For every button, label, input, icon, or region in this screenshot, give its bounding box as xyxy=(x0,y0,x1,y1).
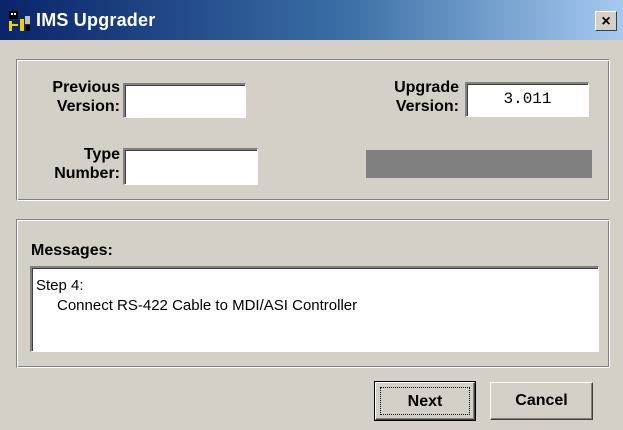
upgrade-version-field[interactable]: 3.011 xyxy=(465,82,589,117)
window-title: IMS Upgrader xyxy=(36,10,156,30)
message-line: Step 4: xyxy=(36,277,84,294)
type-number-field[interactable] xyxy=(123,148,258,185)
cancel-button[interactable]: Cancel xyxy=(490,382,593,420)
messages-label: Messages: xyxy=(31,242,113,259)
title-bar[interactable]: IMS Upgrader × xyxy=(0,0,623,40)
ims-app-icon xyxy=(9,11,30,31)
previous-version-label: Previous Version: xyxy=(52,79,120,115)
upgrade-version-label: Upgrade Version: xyxy=(394,79,459,115)
message-line: Connect RS-422 Cable to MDI/ASI Controll… xyxy=(57,297,358,314)
next-button[interactable]: Next xyxy=(374,381,476,421)
close-button[interactable]: × xyxy=(595,11,617,31)
type-number-label: Type Number: xyxy=(54,146,120,182)
next-button-label: Next xyxy=(380,387,470,415)
upgrade-progress-bar xyxy=(366,150,592,178)
previous-version-field[interactable] xyxy=(123,83,246,118)
messages-box[interactable]: Step 4: Connect RS-422 Cable to MDI/ASI … xyxy=(30,266,599,352)
